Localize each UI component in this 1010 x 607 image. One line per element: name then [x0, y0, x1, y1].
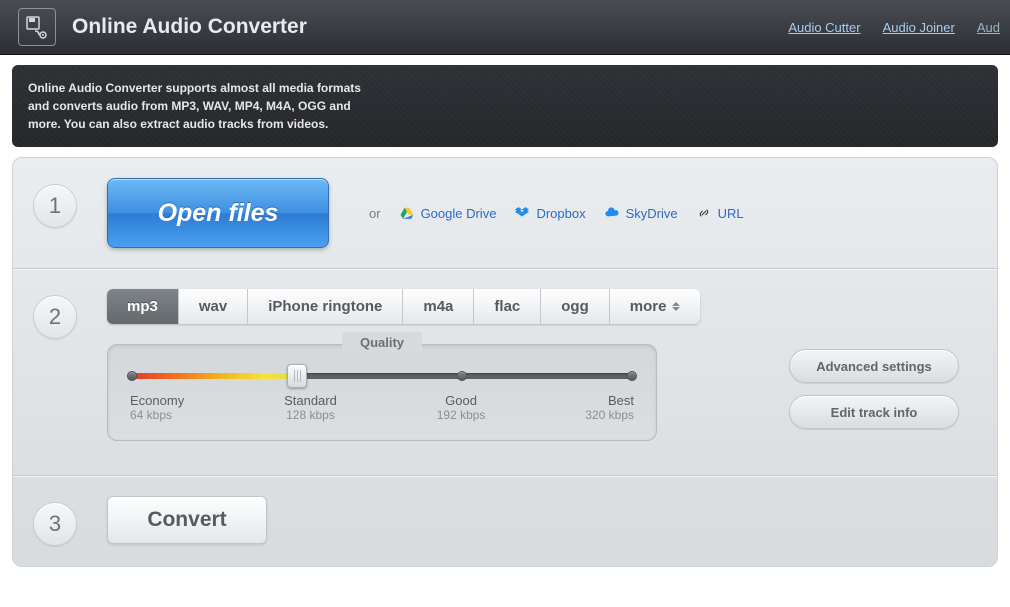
- quality-level-standard: Standard 128 kbps: [284, 393, 337, 422]
- quality-level-best: Best 320 kbps: [585, 393, 634, 422]
- source-dropbox[interactable]: Dropbox: [514, 206, 585, 221]
- app-header: Online Audio Converter Audio Cutter Audi…: [0, 0, 1010, 55]
- edit-track-info-button[interactable]: Edit track info: [789, 395, 959, 429]
- step-number-3: 3: [33, 502, 77, 546]
- open-files-button[interactable]: Open files: [107, 178, 329, 248]
- floppy-convert-icon: [25, 15, 49, 39]
- nav-audio-joiner[interactable]: Audio Joiner: [883, 20, 955, 35]
- skydrive-icon: [604, 206, 620, 220]
- main-panel: 1 Open files or Google Drive: [12, 157, 998, 567]
- app-logo: [18, 8, 56, 46]
- quality-stop-good: [457, 371, 467, 381]
- format-tabs: mp3 wav iPhone ringtone m4a flac ogg mor…: [107, 289, 700, 324]
- quality-level-good: Good 192 kbps: [437, 393, 486, 422]
- quality-slider-fill: [132, 373, 297, 379]
- quality-slider-handle[interactable]: [287, 364, 307, 388]
- tab-flac[interactable]: flac: [474, 289, 541, 324]
- google-drive-icon: [399, 206, 415, 220]
- header-nav: Audio Cutter Audio Joiner Aud: [788, 0, 1010, 55]
- dropbox-icon: [514, 206, 530, 220]
- app-title: Online Audio Converter: [72, 15, 307, 39]
- step-1: 1 Open files or Google Drive: [13, 158, 997, 268]
- quality-level-economy: Economy 64 kbps: [130, 393, 184, 422]
- step-3: 3 Convert: [13, 475, 997, 566]
- description-banner: Online Audio Converter supports almost a…: [12, 65, 998, 147]
- nav-audio-cutter[interactable]: Audio Cutter: [788, 20, 860, 35]
- tab-wav[interactable]: wav: [179, 289, 248, 324]
- quality-stop-economy: [127, 371, 137, 381]
- tab-iphone-ringtone[interactable]: iPhone ringtone: [248, 289, 403, 324]
- nav-aud[interactable]: Aud: [977, 20, 1000, 35]
- step-2: 2 mp3 wav iPhone ringtone m4a flac ogg m…: [13, 268, 997, 475]
- sort-icon: [672, 302, 680, 311]
- or-label: or: [369, 206, 381, 221]
- description-text: Online Audio Converter supports almost a…: [28, 79, 378, 133]
- step-number-1: 1: [33, 184, 77, 228]
- tab-m4a[interactable]: m4a: [403, 289, 474, 324]
- source-google-drive[interactable]: Google Drive: [399, 206, 497, 221]
- tab-ogg[interactable]: ogg: [541, 289, 610, 324]
- advanced-settings-button[interactable]: Advanced settings: [789, 349, 959, 383]
- convert-button[interactable]: Convert: [107, 496, 267, 544]
- source-url[interactable]: URL: [696, 206, 744, 221]
- quality-panel: Quality Economy 64 kbps: [107, 344, 657, 441]
- source-skydrive[interactable]: SkyDrive: [604, 206, 678, 221]
- step-number-2: 2: [33, 295, 77, 339]
- tab-more[interactable]: more: [610, 289, 701, 324]
- quality-label: Quality: [350, 335, 414, 350]
- link-icon: [696, 206, 712, 220]
- quality-slider[interactable]: [132, 373, 632, 379]
- tab-mp3[interactable]: mp3: [107, 289, 179, 324]
- quality-stop-best: [627, 371, 637, 381]
